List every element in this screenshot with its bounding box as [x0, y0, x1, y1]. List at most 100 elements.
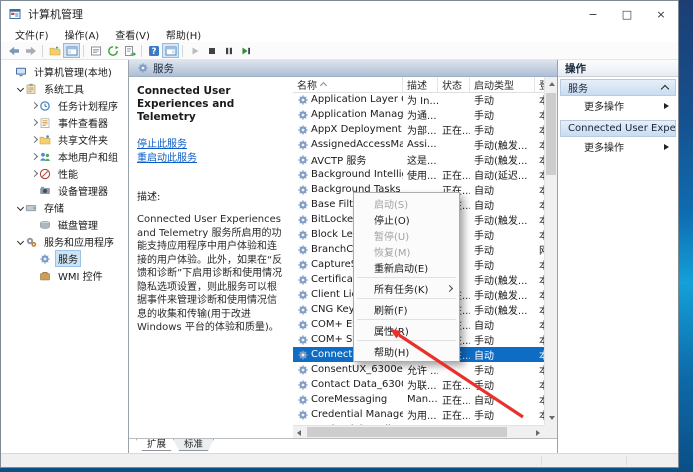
context-menu-item[interactable]: 重新启动(E) — [354, 259, 459, 275]
forward-icon[interactable] — [22, 43, 39, 58]
refresh-icon[interactable] — [104, 43, 121, 58]
table-row[interactable]: Contact Data_6300e 为联... 正在... 手动 本 — [293, 377, 544, 392]
table-row[interactable]: AVCTP 服务 这是... 手动(触发... 本 — [293, 152, 544, 167]
column-header-0[interactable]: 名称 — [293, 77, 403, 92]
app-icon — [9, 8, 22, 21]
export-list-icon[interactable] — [121, 43, 138, 58]
column-header-label: 名称 — [297, 81, 317, 92]
tree-expander[interactable] — [15, 237, 25, 246]
more-actions-item[interactable]: 更多操作 — [560, 138, 676, 155]
chevron-down-icon[interactable] — [16, 237, 24, 246]
column-header-1[interactable]: 描述 — [403, 77, 438, 92]
back-icon[interactable] — [5, 43, 22, 58]
cell-startup: 手动 — [474, 411, 494, 422]
scroll-right-icon[interactable] — [536, 429, 540, 436]
tree-expander[interactable] — [29, 101, 39, 110]
stop-service-link[interactable]: 停止此服务 — [137, 139, 187, 150]
scroll-up-icon[interactable] — [548, 82, 555, 86]
table-row[interactable]: AppX Deployment Servic... 为部... 正在... 手动 本 — [293, 122, 544, 137]
action-section-header[interactable]: 服务 — [560, 79, 676, 96]
chevron-down-icon[interactable] — [16, 203, 24, 212]
context-menu-item[interactable]: 停止(O) — [354, 211, 459, 227]
vertical-scrollbar[interactable] — [544, 77, 557, 425]
table-row[interactable]: ConsentUX_6300e 允许 ... 手动 本 — [293, 362, 544, 377]
minimize-button[interactable]: − — [576, 2, 610, 26]
tree-item-devices[interactable]: 设备管理器 — [1, 182, 128, 199]
tree-expander[interactable] — [29, 135, 39, 144]
table-row[interactable]: Background Intelligent T... 使用... 正在... 自动(… — [293, 167, 544, 182]
tab-standard[interactable]: 标准 — [173, 439, 214, 451]
menubar-item-2[interactable]: 查看(V) — [107, 26, 158, 43]
collapse-icon[interactable] — [660, 84, 670, 94]
chevron-right-icon[interactable] — [30, 101, 38, 110]
table-row[interactable]: Application Management 为通... 手动 本 — [293, 107, 544, 122]
cell-logon: 本 — [535, 347, 544, 362]
tab-extended[interactable]: 扩展 — [136, 439, 177, 451]
action-section-header[interactable]: Connected User Experien... — [560, 120, 676, 137]
menubar-item-1[interactable]: 操作(A) — [57, 26, 108, 43]
column-header-2[interactable]: 状态 — [438, 77, 470, 92]
column-header-3[interactable]: 启动类型 — [470, 77, 535, 92]
maximize-button[interactable]: □ — [610, 2, 644, 26]
window-doc-icon[interactable] — [87, 43, 104, 58]
tree-item-gear[interactable]: 服务 — [1, 250, 128, 267]
storage-icon — [25, 202, 38, 214]
tree-item-events[interactable]: 事件查看器 — [1, 114, 128, 131]
tree-expander[interactable] — [29, 169, 39, 178]
start-service-icon[interactable] — [186, 43, 203, 58]
chevron-right-icon[interactable] — [30, 152, 38, 161]
vertical-scrollbar-thumb[interactable] — [546, 93, 556, 175]
scroll-left-icon[interactable] — [297, 429, 301, 436]
close-button[interactable]: × — [644, 2, 678, 26]
tree-item-scheduler[interactable]: 任务计划程序 — [1, 97, 128, 114]
horizontal-scrollbar[interactable] — [293, 425, 544, 438]
context-menu-item[interactable]: 帮助(H) — [354, 343, 459, 359]
context-menu-item[interactable]: 属性(R) — [354, 322, 459, 338]
tree-item-performance[interactable]: 性能 — [1, 165, 128, 182]
folder-up-icon[interactable] — [46, 43, 63, 58]
tree-expander[interactable] — [29, 118, 39, 127]
chevron-down-icon[interactable] — [16, 84, 24, 93]
tree-item-disk[interactable]: 磁盘管理 — [1, 216, 128, 233]
status-bar — [1, 453, 678, 467]
chevron-right-icon[interactable] — [30, 169, 38, 178]
action-pane-icon[interactable] — [162, 43, 179, 58]
tree-item-tools[interactable]: 系统工具 — [1, 80, 128, 97]
context-menu-item[interactable]: 所有任务(K) — [354, 280, 459, 296]
restart-service-icon[interactable] — [237, 43, 254, 58]
scheduler-icon — [39, 100, 52, 112]
pause-service-icon[interactable] — [220, 43, 237, 58]
table-row[interactable]: Application Layer Gatewa... 为 In... 手动 本 — [293, 92, 544, 107]
menubar-item-0[interactable]: 文件(F) — [7, 26, 57, 43]
stop-service-icon[interactable] — [203, 43, 220, 58]
cell-desc: 为用... — [407, 411, 437, 422]
tree-item-storage[interactable]: 存储 — [1, 199, 128, 216]
table-row[interactable]: Credential Manager 为用... 正在... 手动 本 — [293, 407, 544, 422]
restart-service-link[interactable]: 重启动此服务 — [137, 153, 197, 164]
more-actions-item[interactable]: 更多操作 — [560, 97, 676, 114]
chevron-right-icon[interactable] — [30, 135, 38, 144]
cell-name: ConsentUX_6300e — [293, 364, 403, 375]
console-tree-icon[interactable] — [63, 43, 80, 58]
chevron-right-icon[interactable] — [30, 118, 38, 127]
tree-item-apps[interactable]: 服务和应用程序 — [1, 233, 128, 250]
tree-item-computer[interactable]: 计算机管理(本地) — [1, 63, 128, 80]
cell-desc: 允许 ... — [407, 366, 438, 377]
horizontal-scrollbar-thumb[interactable] — [307, 427, 507, 437]
table-row[interactable]: AssignedAccessManager... Assi... 手动(触发... 本 — [293, 137, 544, 152]
service-gear-icon — [297, 94, 308, 105]
column-header-label: 启动类型 — [474, 81, 514, 92]
tree-item-wmi[interactable]: WMI 控件 — [1, 267, 128, 284]
help-icon[interactable]: ? — [145, 43, 162, 58]
tree-expander[interactable] — [15, 203, 25, 212]
tree-item-label: WMI 控件 — [58, 272, 103, 283]
menubar-item-3[interactable]: 帮助(H) — [158, 26, 209, 43]
tree-expander[interactable] — [15, 84, 25, 93]
table-row[interactable]: CoreMessaging Man... 正在... 自动 本 — [293, 392, 544, 407]
context-menu-item[interactable]: 刷新(F) — [354, 301, 459, 317]
tree-item-shares[interactable]: 共享文件夹 — [1, 131, 128, 148]
tree-item-users[interactable]: 本地用户和组 — [1, 148, 128, 165]
scroll-down-icon[interactable] — [548, 416, 555, 420]
statusbar-divider — [626, 456, 627, 465]
tree-expander[interactable] — [29, 152, 39, 161]
